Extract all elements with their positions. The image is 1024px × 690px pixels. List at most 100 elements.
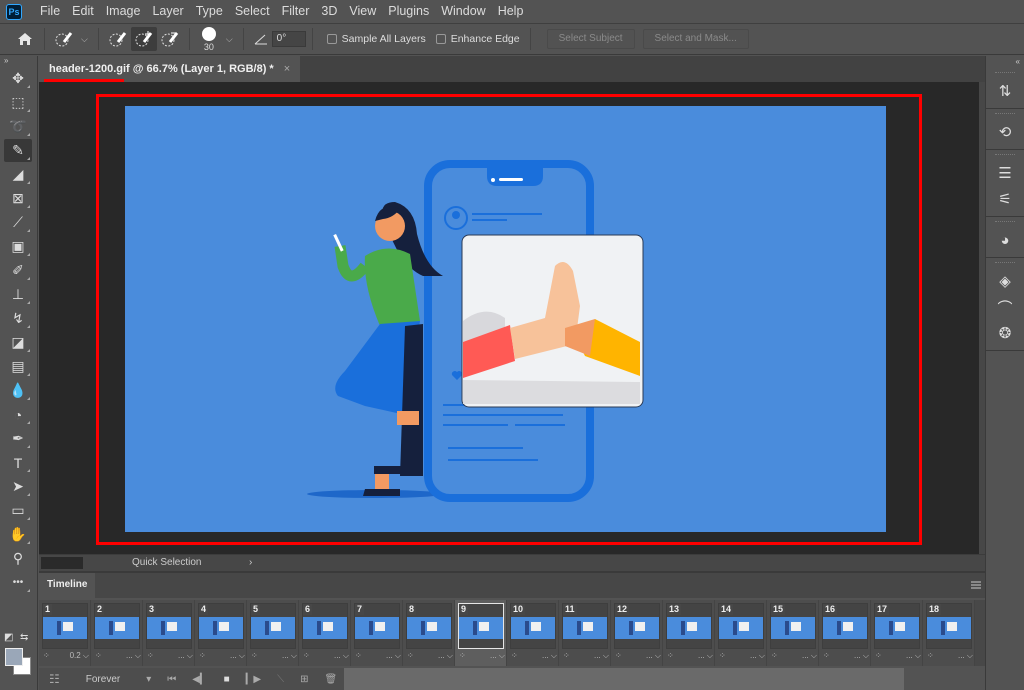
animation-frame[interactable]: 3 ⁘ ... ⌵ bbox=[143, 600, 195, 666]
angle-input[interactable]: 0° bbox=[271, 31, 306, 47]
rectangle-tool[interactable]: ▭ bbox=[4, 499, 32, 522]
select-and-mask-button[interactable]: Select and Mask... bbox=[642, 29, 749, 49]
frame-delay[interactable]: ... ⌵ bbox=[594, 651, 609, 661]
frame-delay[interactable]: ... ⌵ bbox=[230, 651, 245, 661]
frame-delay[interactable]: ... ⌵ bbox=[282, 651, 297, 661]
frame-disposal-icon[interactable]: ⁘ bbox=[459, 651, 466, 661]
brush-chevron-icon[interactable]: ⌵ bbox=[226, 34, 233, 45]
layers-icon[interactable]: ◈ bbox=[990, 268, 1020, 294]
menu-3d[interactable]: 3D bbox=[315, 0, 343, 23]
move-tool[interactable]: ✥ bbox=[4, 67, 32, 90]
frame-delay[interactable]: ... ⌵ bbox=[490, 651, 505, 661]
more-tools[interactable]: ••• bbox=[4, 571, 32, 594]
menu-image[interactable]: Image bbox=[100, 0, 147, 23]
frame-delay[interactable]: ... ⌵ bbox=[802, 651, 817, 661]
frame-disposal-icon[interactable]: ⁘ bbox=[719, 651, 726, 661]
dodge-tool[interactable]: ◔ bbox=[4, 403, 32, 426]
collapse-panels-icon[interactable]: « bbox=[986, 56, 1024, 68]
stop-icon[interactable]: ■ bbox=[224, 674, 230, 685]
animation-frame[interactable]: 13 ⁘ ... ⌵ bbox=[663, 600, 715, 666]
animation-frame[interactable]: 11 ⁘ ... ⌵ bbox=[559, 600, 611, 666]
zoom-field[interactable] bbox=[41, 557, 83, 569]
frame-delay[interactable]: ... ⌵ bbox=[178, 651, 193, 661]
frame-disposal-icon[interactable]: ⁘ bbox=[147, 651, 154, 661]
frame-disposal-icon[interactable]: ⁘ bbox=[823, 651, 830, 661]
frame-delay[interactable]: ... ⌵ bbox=[698, 651, 713, 661]
previous-frame-icon[interactable]: ◀▎ bbox=[192, 674, 207, 685]
enhance-edge-checkbox[interactable] bbox=[435, 34, 446, 44]
select-subject-button[interactable]: Select Subject bbox=[546, 29, 635, 49]
frame-disposal-icon[interactable]: ⁘ bbox=[355, 651, 362, 661]
channels-icon[interactable]: ❂ bbox=[990, 320, 1020, 346]
next-frame-icon[interactable]: ▎▶ bbox=[246, 674, 261, 685]
frame-disposal-icon[interactable]: ⁘ bbox=[407, 651, 414, 661]
frame-disposal-icon[interactable]: ⁘ bbox=[771, 651, 778, 661]
lasso-tool[interactable]: ➰ bbox=[4, 115, 32, 138]
panel-grip[interactable] bbox=[995, 72, 1015, 75]
frame-delay[interactable]: ... ⌵ bbox=[438, 651, 453, 661]
panel-grip[interactable] bbox=[995, 221, 1015, 224]
panel-grip[interactable] bbox=[995, 262, 1015, 265]
menu-window[interactable]: Window bbox=[435, 0, 491, 23]
close-tab-icon[interactable]: × bbox=[284, 63, 290, 75]
quick-selection-tool[interactable]: ✎ bbox=[4, 139, 32, 162]
hand-tool[interactable]: ✋ bbox=[4, 523, 32, 546]
swatches-icon[interactable]: ◕ bbox=[990, 227, 1020, 253]
menu-type[interactable]: Type bbox=[190, 0, 229, 23]
convert-to-video-timeline-icon[interactable]: ☷ bbox=[49, 672, 60, 686]
brush-picker[interactable]: 30 bbox=[196, 26, 222, 52]
menu-help[interactable]: Help bbox=[492, 0, 530, 23]
eraser-tool[interactable]: ◪ bbox=[4, 331, 32, 354]
tween-icon[interactable]: ⟍ bbox=[277, 674, 284, 685]
path-selection-tool[interactable]: ➤ bbox=[4, 475, 32, 498]
frame-disposal-icon[interactable]: ⁘ bbox=[199, 651, 206, 661]
brush-tool[interactable]: ✐ bbox=[4, 259, 32, 282]
menu-view[interactable]: View bbox=[343, 0, 382, 23]
animation-frame[interactable]: 10 ⁘ ... ⌵ bbox=[507, 600, 559, 666]
timeline-scrollbar[interactable] bbox=[344, 668, 904, 690]
timeline-tab[interactable]: Timeline bbox=[39, 573, 96, 598]
subtract-from-selection-button[interactable] bbox=[157, 27, 183, 51]
frame-tool[interactable]: ⊠ bbox=[4, 187, 32, 210]
animation-frame[interactable]: 16 ⁘ ... ⌵ bbox=[819, 600, 871, 666]
frame-disposal-icon[interactable]: ⁘ bbox=[875, 651, 882, 661]
animation-frame[interactable]: 2 ⁘ ... ⌵ bbox=[91, 600, 143, 666]
frame-disposal-icon[interactable]: ⁘ bbox=[43, 651, 50, 661]
panel-grip[interactable] bbox=[995, 154, 1015, 157]
frame-disposal-icon[interactable]: ⁘ bbox=[303, 651, 310, 661]
paths-icon[interactable]: ⌒ bbox=[990, 294, 1020, 320]
menu-layer[interactable]: Layer bbox=[146, 0, 189, 23]
frame-disposal-icon[interactable]: ⁘ bbox=[95, 651, 102, 661]
frame-delay[interactable]: 0.2 ⌵ bbox=[70, 651, 89, 661]
type-tool[interactable]: T bbox=[4, 451, 32, 474]
history-icon[interactable]: ⟲ bbox=[990, 119, 1020, 145]
collapse-toolbar-icon[interactable]: » bbox=[0, 56, 37, 66]
animation-frame[interactable]: 14 ⁘ ... ⌵ bbox=[715, 600, 767, 666]
animation-frame[interactable]: 7 ⁘ ... ⌵ bbox=[351, 600, 403, 666]
frame-disposal-icon[interactable]: ⁘ bbox=[511, 651, 518, 661]
frame-disposal-icon[interactable]: ⁘ bbox=[615, 651, 622, 661]
default-colors-icon[interactable]: ◩ bbox=[4, 632, 13, 643]
brushes-icon[interactable]: ☰ bbox=[990, 160, 1020, 186]
animation-frame[interactable]: 17 ⁘ ... ⌵ bbox=[871, 600, 923, 666]
delete-frame-icon[interactable]: 🗑 bbox=[324, 674, 337, 685]
first-frame-icon[interactable]: ⏮ bbox=[167, 674, 176, 685]
swap-colors-icon[interactable]: ⇆ bbox=[20, 632, 28, 643]
history-brush-tool[interactable]: ↯ bbox=[4, 307, 32, 330]
frame-delay[interactable]: ... ⌵ bbox=[750, 651, 765, 661]
frame-delay[interactable]: ... ⌵ bbox=[386, 651, 401, 661]
status-expand-icon[interactable]: › bbox=[249, 555, 252, 571]
blur-tool[interactable]: 💧 bbox=[4, 379, 32, 402]
eyedropper-tool[interactable]: ⟋ bbox=[4, 211, 32, 234]
animation-frame[interactable]: 5 ⁘ ... ⌵ bbox=[247, 600, 299, 666]
menu-edit[interactable]: Edit bbox=[66, 0, 100, 23]
new-selection-button[interactable] bbox=[105, 27, 131, 51]
zoom-tool[interactable]: ⚲ bbox=[4, 547, 32, 570]
loop-options-select[interactable]: Forever bbox=[86, 674, 120, 685]
healing-tool[interactable]: ▣ bbox=[4, 235, 32, 258]
frame-delay[interactable]: ... ⌵ bbox=[958, 651, 973, 661]
frame-delay[interactable]: ... ⌵ bbox=[646, 651, 661, 661]
menu-file[interactable]: File bbox=[34, 0, 66, 23]
frame-disposal-icon[interactable]: ⁘ bbox=[667, 651, 674, 661]
menu-plugins[interactable]: Plugins bbox=[382, 0, 435, 23]
